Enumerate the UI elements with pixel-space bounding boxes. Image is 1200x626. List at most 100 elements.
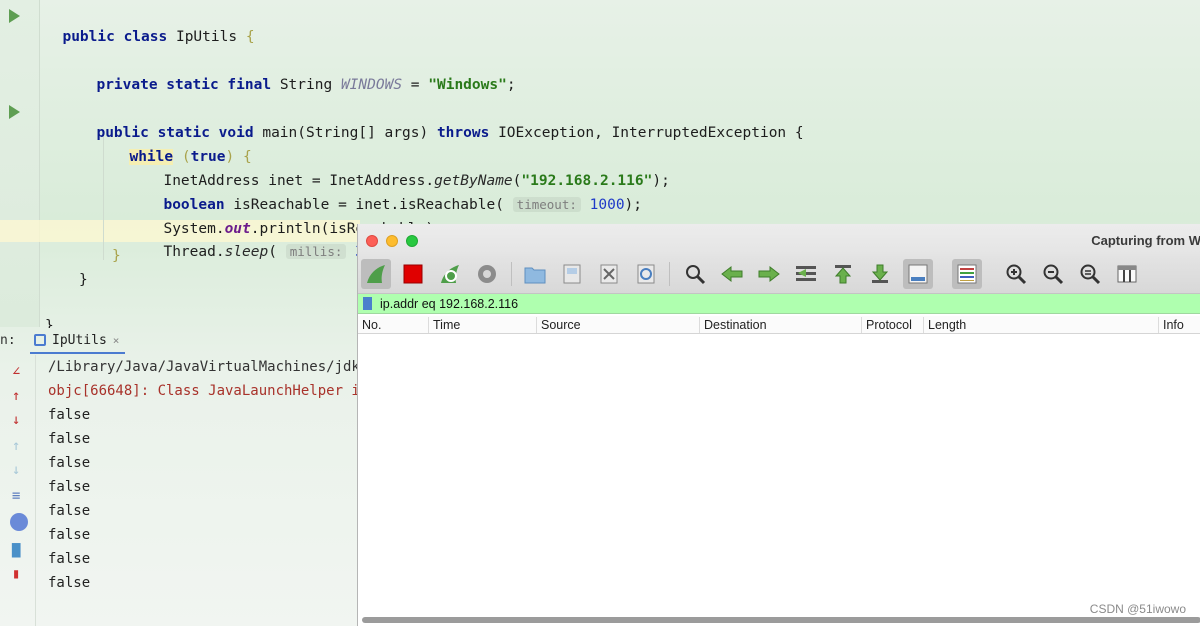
column-header-info[interactable]: Info — [1158, 317, 1184, 333]
bookmark-icon[interactable] — [363, 297, 372, 310]
console-output-line: false — [48, 575, 91, 591]
rerun-icon[interactable]: ∠ — [12, 365, 20, 379]
console-output-line: false — [48, 431, 91, 447]
punctuation: ); — [624, 197, 643, 213]
go-back-icon[interactable] — [717, 259, 747, 289]
console-output-line: false — [48, 503, 91, 519]
column-header-destination[interactable]: Destination — [699, 317, 767, 333]
zoom-in-icon[interactable] — [1001, 259, 1031, 289]
code-line-3[interactable]: public static void main(String[] args) t… — [79, 103, 803, 141]
console-icon — [34, 334, 46, 346]
code-line-9[interactable]: } — [112, 246, 121, 266]
resize-columns-icon[interactable] — [1112, 259, 1142, 289]
punctuation: ; — [506, 77, 516, 93]
code-line-4[interactable]: while (true) { — [112, 127, 252, 165]
parameter-hint: timeout: — [512, 197, 581, 212]
brace: { — [794, 125, 804, 141]
console-output-line: false — [48, 455, 91, 471]
normal-size-icon[interactable] — [1075, 259, 1105, 289]
reload-file-icon[interactable] — [631, 259, 661, 289]
keyword: throws — [436, 125, 490, 141]
run-tab-label: IpUtils — [52, 332, 107, 348]
column-header-source[interactable]: Source — [536, 317, 581, 333]
console-output-line: objc[66648]: Class JavaLaunchHelper i — [48, 383, 360, 399]
column-header-protocol[interactable]: Protocol — [861, 317, 912, 333]
soft-wrap-icon[interactable]: ≡ — [12, 489, 20, 503]
static-call: sleep — [224, 244, 269, 260]
console-output-line: false — [48, 527, 91, 543]
field-name: WINDOWS — [340, 77, 403, 93]
down-arrow-icon[interactable]: ↓ — [12, 413, 20, 427]
code-line-2[interactable]: private static final String WINDOWS = "W… — [79, 55, 515, 93]
console-output-line: false — [48, 551, 91, 567]
go-to-packet-icon[interactable] — [791, 259, 821, 289]
close-file-icon[interactable] — [594, 259, 624, 289]
console-output-line: false — [48, 407, 91, 423]
column-header-length[interactable]: Length — [923, 317, 966, 333]
start-capture-icon[interactable] — [361, 259, 391, 289]
operator: = — [410, 77, 420, 93]
brace: { — [245, 29, 255, 45]
capture-options-icon[interactable] — [472, 259, 502, 289]
window-titlebar[interactable]: Capturing from W — [358, 224, 1200, 258]
trash-icon[interactable]: ▮ — [12, 567, 20, 581]
code-line-7[interactable]: System.out.println(isReachable); — [146, 199, 442, 237]
paren: ( — [268, 244, 277, 260]
horizontal-scrollbar[interactable] — [362, 617, 1200, 623]
window-title: Capturing from W — [1091, 233, 1200, 248]
column-header-time[interactable]: Time — [428, 317, 460, 333]
zoom-window-icon[interactable] — [406, 235, 418, 247]
run-tab[interactable]: IpUtils × — [30, 328, 125, 354]
save-file-icon[interactable] — [557, 259, 587, 289]
method-signature: main(String[] args) — [262, 125, 429, 141]
colorize-icon[interactable] — [952, 259, 982, 289]
find-packet-icon[interactable] — [680, 259, 710, 289]
minimize-window-icon[interactable] — [386, 235, 398, 247]
display-filter-input[interactable]: ip.addr eq 192.168.2.116 — [380, 294, 518, 314]
run-toolbar: ∠ ↑ ↓ ↑ ↓ ≡ ▇ ▮ — [0, 355, 36, 626]
toolbar-separator — [511, 262, 512, 286]
code-line-10[interactable]: } — [79, 270, 88, 290]
console-output-line: false — [48, 479, 91, 495]
up-trace-icon[interactable]: ↑ — [12, 439, 20, 453]
up-arrow-icon[interactable]: ↑ — [12, 389, 20, 403]
zoom-out-icon[interactable] — [1038, 259, 1068, 289]
parameter-hint: millis: — [285, 244, 347, 259]
keyword: public class — [62, 29, 168, 45]
string-literal: "Windows" — [428, 77, 507, 93]
close-tab-icon[interactable]: × — [113, 334, 120, 347]
indent-guide — [103, 130, 104, 260]
code-line-6[interactable]: boolean isReachable = inet.isReachable( … — [146, 175, 642, 213]
autoscroll-icon[interactable] — [903, 259, 933, 289]
code-text: Thread. — [163, 244, 225, 260]
last-packet-icon[interactable] — [865, 259, 895, 289]
type-name: String — [279, 77, 333, 93]
keyword: private static final — [96, 77, 272, 93]
main-toolbar — [358, 254, 1200, 294]
wireshark-window: Capturing from W ip.addr eq 192.168.2.11… — [357, 224, 1200, 626]
code-line-5[interactable]: InetAddress inet = InetAddress.getByName… — [146, 151, 669, 189]
open-file-icon[interactable] — [520, 259, 550, 289]
restart-capture-icon[interactable] — [435, 259, 465, 289]
console-output-line: /Library/Java/JavaVirtualMachines/jdk — [48, 359, 360, 375]
scroll-to-end-icon[interactable] — [10, 513, 28, 531]
display-filter-bar[interactable]: ip.addr eq 192.168.2.116 — [358, 294, 1200, 314]
punctuation: ); — [652, 173, 670, 189]
down-trace-icon[interactable]: ↓ — [12, 463, 20, 477]
first-packet-icon[interactable] — [828, 259, 858, 289]
packet-list-header: No. Time Source Destination Protocol Len… — [358, 316, 1200, 334]
code-line-11[interactable]: } — [45, 316, 54, 328]
go-forward-icon[interactable] — [754, 259, 784, 289]
close-window-icon[interactable] — [366, 235, 378, 247]
print-icon[interactable]: ▇ — [12, 543, 20, 557]
exception-list: IOException, InterruptedException — [498, 125, 787, 141]
column-header-no[interactable]: No. — [358, 317, 381, 333]
code-line-1[interactable]: public class IpUtils { — [45, 7, 254, 45]
stop-capture-icon[interactable] — [398, 259, 428, 289]
watermark: CSDN @51iwowo — [1089, 602, 1186, 616]
toolbar-separator — [669, 262, 670, 286]
number-literal: 1000 — [589, 197, 625, 213]
run-main-icon[interactable] — [9, 105, 20, 119]
run-class-icon[interactable] — [9, 9, 20, 23]
class-name: IpUtils — [175, 29, 238, 45]
